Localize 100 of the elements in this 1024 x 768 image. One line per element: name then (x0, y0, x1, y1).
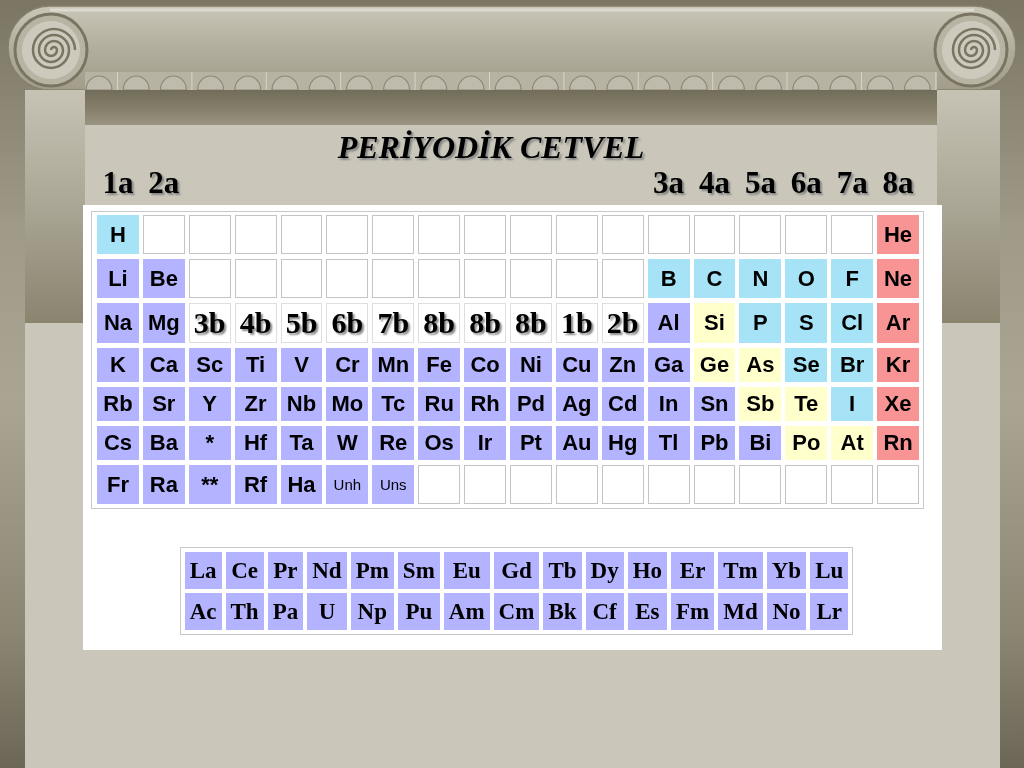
element-cell: W (326, 426, 369, 460)
element-cell: Unh (326, 465, 369, 504)
element-cell: Pu (397, 593, 440, 630)
empty-cell (326, 215, 369, 254)
empty-cell (647, 465, 690, 504)
element-cell: Fe (418, 348, 461, 382)
element-cell: Yb (766, 552, 807, 589)
element-cell: Mg (142, 303, 185, 343)
empty-cell (877, 465, 919, 504)
element-cell: Tc (372, 387, 415, 421)
element-cell: Ca (142, 348, 185, 382)
empty-cell (647, 215, 690, 254)
element-cell: Ne (877, 259, 919, 298)
element-cell: Li (97, 259, 139, 298)
empty-cell (785, 215, 828, 254)
empty-cell (418, 465, 461, 504)
group-label-cell: 8b (418, 303, 461, 343)
element-cell: Fr (97, 465, 139, 504)
empty-cell (510, 465, 552, 504)
group-label-cell: 5b (280, 303, 323, 343)
element-cell: Lr (810, 593, 849, 630)
element-cell: Lu (810, 552, 849, 589)
slide-title: PERİYODİK CETVEL (336, 129, 646, 165)
element-cell: Pb (693, 426, 736, 460)
element-cell: Ce (225, 552, 264, 589)
element-cell: Ag (555, 387, 598, 421)
element-cell: Es (627, 593, 668, 630)
element-cell: As (739, 348, 782, 382)
element-cell: Nb (280, 387, 323, 421)
group-label-cell: 7b (372, 303, 415, 343)
element-cell: P (739, 303, 782, 343)
empty-cell (188, 259, 231, 298)
spiral-icon (13, 12, 89, 88)
element-cell: Rb (97, 387, 139, 421)
element-cell: Am (443, 593, 490, 630)
element-cell: Ti (234, 348, 277, 382)
element-cell: I (831, 387, 874, 421)
empty-cell (693, 215, 736, 254)
element-cell: Rh (464, 387, 506, 421)
empty-cell (372, 215, 415, 254)
element-cell: Y (188, 387, 231, 421)
element-cell: Dy (585, 552, 624, 589)
element-cell: Eu (443, 552, 490, 589)
element-cell: Al (647, 303, 690, 343)
element-cell: Cf (585, 593, 624, 630)
element-cell: Pt (510, 426, 552, 460)
element-cell: N (739, 259, 782, 298)
element-cell: Co (464, 348, 506, 382)
element-cell: Bk (543, 593, 582, 630)
empty-cell (464, 215, 506, 254)
group-label: 6a (790, 165, 822, 201)
empty-cell (326, 259, 369, 298)
element-cell: Te (785, 387, 828, 421)
element-cell: Cl (831, 303, 874, 343)
element-cell: Mn (372, 348, 415, 382)
element-cell: Se (785, 348, 828, 382)
group-label-cell: 6b (326, 303, 369, 343)
element-cell: Sn (693, 387, 736, 421)
empty-cell (464, 465, 506, 504)
empty-cell (418, 215, 461, 254)
element-cell: S (785, 303, 828, 343)
element-cell: Ge (693, 348, 736, 382)
element-cell: Cm (493, 593, 540, 630)
element-cell: Pr (267, 552, 304, 589)
element-cell: Ir (464, 426, 506, 460)
element-cell: Be (142, 259, 185, 298)
group-label-cell: 1b (555, 303, 598, 343)
element-cell: Pa (267, 593, 304, 630)
group-label: 1a (102, 165, 134, 201)
element-cell: Er (671, 552, 715, 589)
empty-cell (601, 465, 644, 504)
group-label-cell: 3b (188, 303, 231, 343)
element-cell: Th (225, 593, 264, 630)
group-label: 3a (653, 165, 685, 201)
element-cell: Sr (142, 387, 185, 421)
element-cell: Ga (647, 348, 690, 382)
element-cell: Sb (739, 387, 782, 421)
empty-cell (693, 465, 736, 504)
empty-cell (234, 259, 277, 298)
empty-cell (188, 215, 231, 254)
empty-cell (555, 465, 598, 504)
empty-cell (601, 215, 644, 254)
element-cell: Tl (647, 426, 690, 460)
element-cell: Ru (418, 387, 461, 421)
element-cell: Po (785, 426, 828, 460)
element-cell: H (97, 215, 139, 254)
element-cell: Xe (877, 387, 919, 421)
element-cell: B (647, 259, 690, 298)
empty-cell (739, 215, 782, 254)
element-cell: Na (97, 303, 139, 343)
element-cell: V (280, 348, 323, 382)
element-cell: Ra (142, 465, 185, 504)
empty-cell (510, 215, 552, 254)
empty-cell (510, 259, 552, 298)
element-cell: Ar (877, 303, 919, 343)
element-cell: Br (831, 348, 874, 382)
empty-cell (464, 259, 506, 298)
empty-cell (831, 465, 874, 504)
element-cell: Md (718, 593, 763, 630)
element-cell: Bi (739, 426, 782, 460)
